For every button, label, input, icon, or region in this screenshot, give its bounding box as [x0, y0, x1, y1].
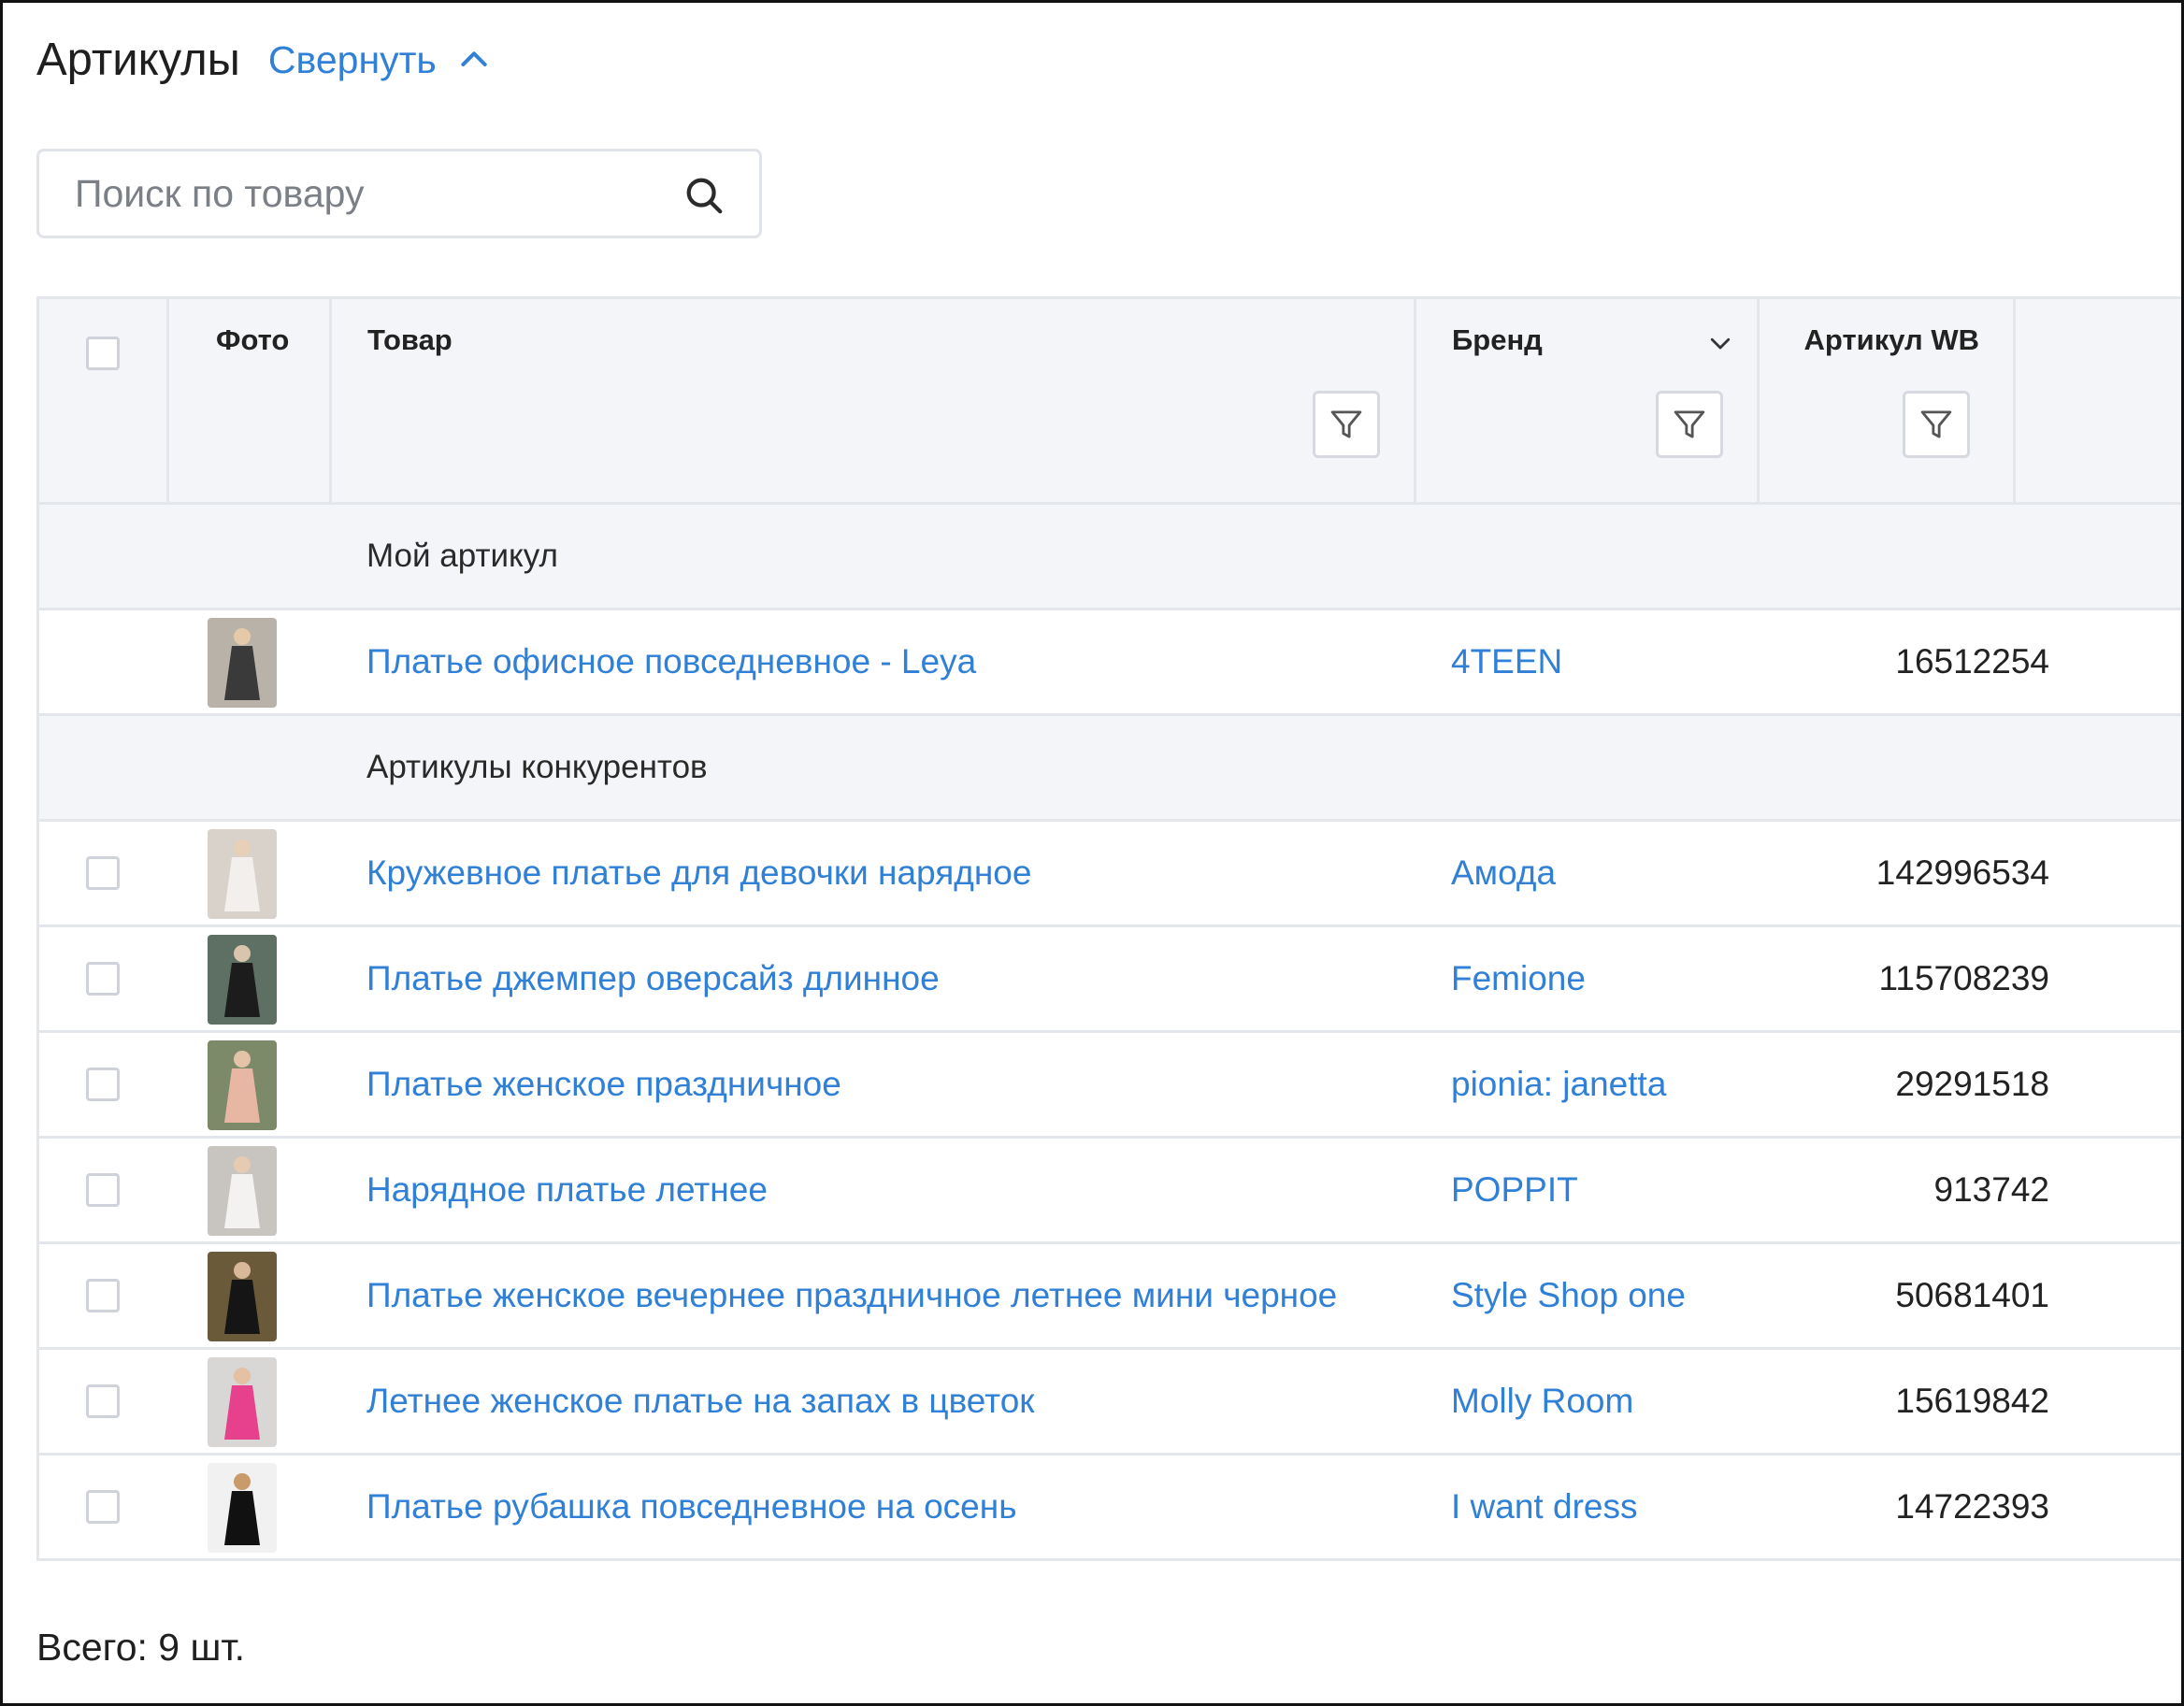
table-row: Кружевное платье для девочки нарядное Амо…: [39, 822, 2181, 927]
search-box: [36, 149, 762, 238]
article-number: 14722393: [1895, 1487, 2049, 1526]
table-row: Платье рубашка повседневное на осень I wa…: [39, 1455, 2181, 1561]
header-select-cell: [39, 299, 169, 502]
group-row: Артикулы конкурентов: [39, 716, 2181, 822]
column-brand: Бренд: [1416, 299, 1760, 502]
article-filter-button[interactable]: [1903, 391, 1970, 458]
articles-table: Фото Товар Бренд Артикул WB Мой артикул …: [36, 296, 2181, 1561]
select-all-checkbox[interactable]: [86, 337, 120, 370]
article-number: 16512254: [1895, 642, 2049, 681]
group-row: Мой артикул: [39, 505, 2181, 610]
filter-icon: [1920, 410, 1952, 438]
article-cell: 15619842: [39, 1350, 2049, 1453]
table-row: Платье женское вечернее праздничное летн…: [39, 1244, 2181, 1350]
table-row: Платье женское праздничное pionia: janett…: [39, 1033, 2181, 1139]
article-cell: 913742: [39, 1139, 2049, 1241]
article-number: 50681401: [1895, 1276, 2049, 1314]
table-row: Летнее женское платье на запах в цветок M…: [39, 1350, 2181, 1455]
total-count: Всего: 9 шт.: [36, 1626, 245, 1669]
chevron-down-icon[interactable]: [1706, 329, 1734, 357]
column-article-label: Артикул WB: [1803, 323, 1979, 356]
article-number: 29291518: [1895, 1065, 2049, 1103]
column-product: Товар: [332, 299, 1416, 502]
group-label: Артикулы конкурентов: [366, 749, 708, 785]
panel-header: Артикулы Свернуть: [36, 29, 493, 91]
collapse-label: Свернуть: [267, 37, 437, 81]
search-input[interactable]: [73, 170, 656, 217]
column-article: Артикул WB: [1760, 299, 2016, 502]
column-product-label: Товар: [367, 323, 453, 356]
search-icon[interactable]: [682, 174, 726, 217]
column-photo: Фото: [169, 299, 332, 502]
group-label: Мой артикул: [366, 538, 558, 574]
article-cell: 115708239: [39, 927, 2049, 1030]
column-brand-label: Бренд: [1452, 323, 1543, 356]
page-title: Артикулы: [36, 35, 240, 85]
filter-icon: [1330, 410, 1362, 438]
column-photo-label: Фото: [216, 323, 290, 356]
table-row: Платье офисное повседневное - Leya 4TEEN 1…: [39, 610, 2181, 716]
article-number: 142996534: [1875, 853, 2049, 892]
table-header: Фото Товар Бренд Артикул WB: [39, 299, 2181, 505]
article-cell: 16512254: [39, 610, 2049, 713]
article-number: 115708239: [1878, 959, 2049, 997]
chevron-up-icon: [461, 51, 487, 66]
brand-filter-button[interactable]: [1656, 391, 1723, 458]
article-cell: 14722393: [39, 1455, 2049, 1558]
article-number: 913742: [1933, 1170, 2049, 1209]
article-number: 15619842: [1895, 1382, 2049, 1420]
table-row: Платье джемпер оверсайз длинное Femione 11…: [39, 927, 2181, 1033]
table-row: Нарядное платье летнее POPPIT 913742: [39, 1139, 2181, 1244]
article-cell: 50681401: [39, 1244, 2049, 1347]
column-overflow: [2016, 299, 2181, 502]
collapse-button[interactable]: Свернуть: [268, 38, 493, 82]
article-cell: 29291518: [39, 1033, 2049, 1136]
articles-panel: Артикулы Свернуть Фото Товар: [0, 0, 2184, 1706]
article-cell: 142996534: [39, 822, 2049, 925]
product-filter-button[interactable]: [1313, 391, 1380, 458]
table-body: Мой артикул Платье офисное повседневное -…: [39, 505, 2181, 1561]
filter-icon: [1674, 410, 1705, 438]
